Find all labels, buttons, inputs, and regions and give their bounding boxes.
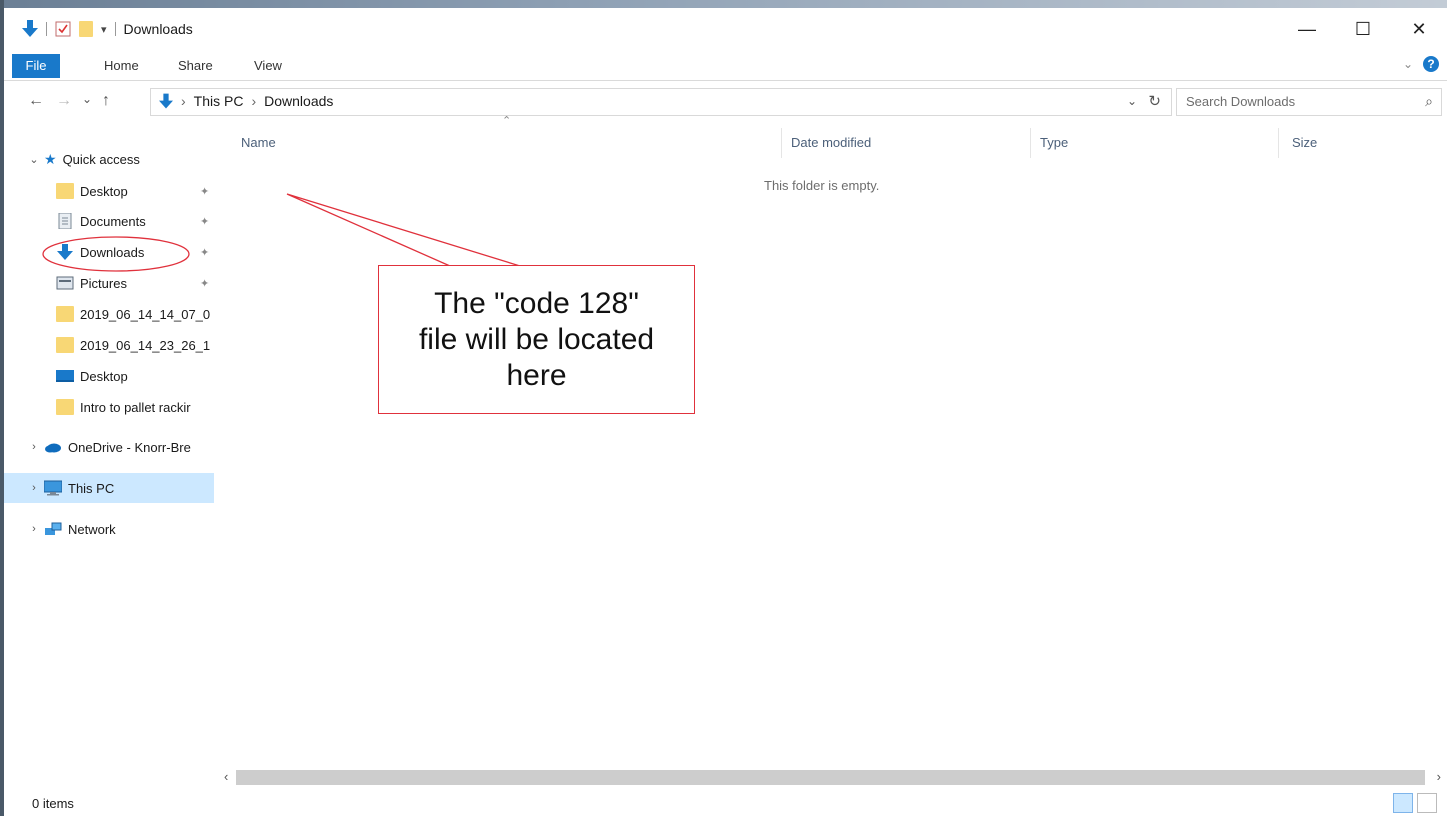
item-count: 0 items — [32, 796, 74, 811]
details-view-button[interactable] — [1393, 793, 1413, 813]
scroll-left-button[interactable]: ‹ — [224, 769, 228, 784]
callout-line-3: here — [506, 358, 567, 392]
scrollbar-thumb[interactable] — [236, 770, 1425, 785]
horizontal-scrollbar[interactable]: ‹ › — [214, 769, 1447, 786]
annotation-ellipse — [42, 236, 190, 272]
scroll-right-button[interactable]: › — [1437, 769, 1441, 784]
callout-line-2: file will be located — [418, 322, 655, 356]
large-icons-view-button[interactable] — [1417, 793, 1437, 813]
annotation-pointer — [286, 193, 521, 267]
annotation-callout: The "code 128" file will be located here — [378, 265, 695, 414]
annotation-overlay — [42, 193, 521, 272]
status-bar: 0 items — [4, 790, 1447, 816]
callout-line-1: The "code 128" — [434, 286, 639, 320]
view-toggle — [1393, 793, 1437, 813]
